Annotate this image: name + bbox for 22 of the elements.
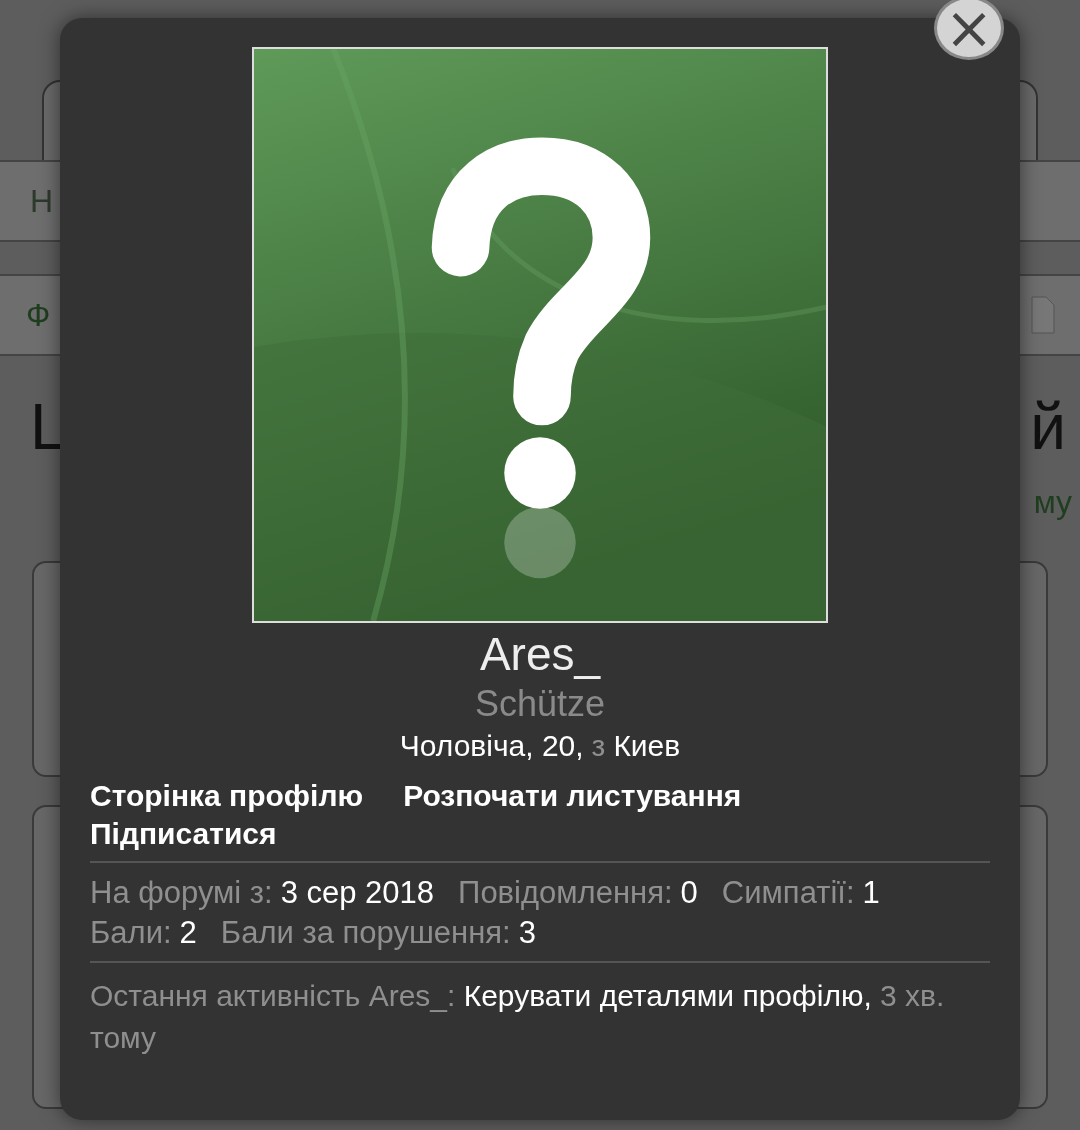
page-heading-end: й — [1030, 390, 1066, 464]
page-heading: L — [30, 390, 66, 464]
location-prefix: з — [591, 729, 606, 763]
stat-value: 2 — [179, 915, 197, 951]
profile-link[interactable]: Розпочати листування — [403, 779, 742, 813]
stat-value: 3 сер 2018 — [280, 875, 435, 911]
stat-label: Симпатії: — [721, 875, 855, 911]
profile-link[interactable]: Підписатися — [90, 817, 277, 851]
gender-age: Чоловіча, 20, — [399, 729, 584, 763]
last-activity-text: Остання активність Ares_: Керувати деталями профілю, 3 хв. тому — [90, 978, 946, 1056]
stat-value: 0 — [680, 875, 698, 911]
profile-link[interactable]: Сторінка профілю — [90, 779, 364, 813]
user-title: Schütze — [473, 683, 607, 725]
stat-label: Повідомлення: — [458, 875, 673, 911]
username: Ares_ — [478, 627, 602, 681]
stat-value: 3 — [518, 915, 536, 951]
stat-label: На форумі з: — [90, 875, 273, 911]
stat-label: Бали за порушення: — [220, 915, 511, 951]
stat-value: 1 — [862, 875, 880, 911]
subtitle-text: му — [1033, 484, 1072, 521]
location: Киев — [613, 729, 681, 763]
stat-label: Бали: — [90, 915, 172, 951]
